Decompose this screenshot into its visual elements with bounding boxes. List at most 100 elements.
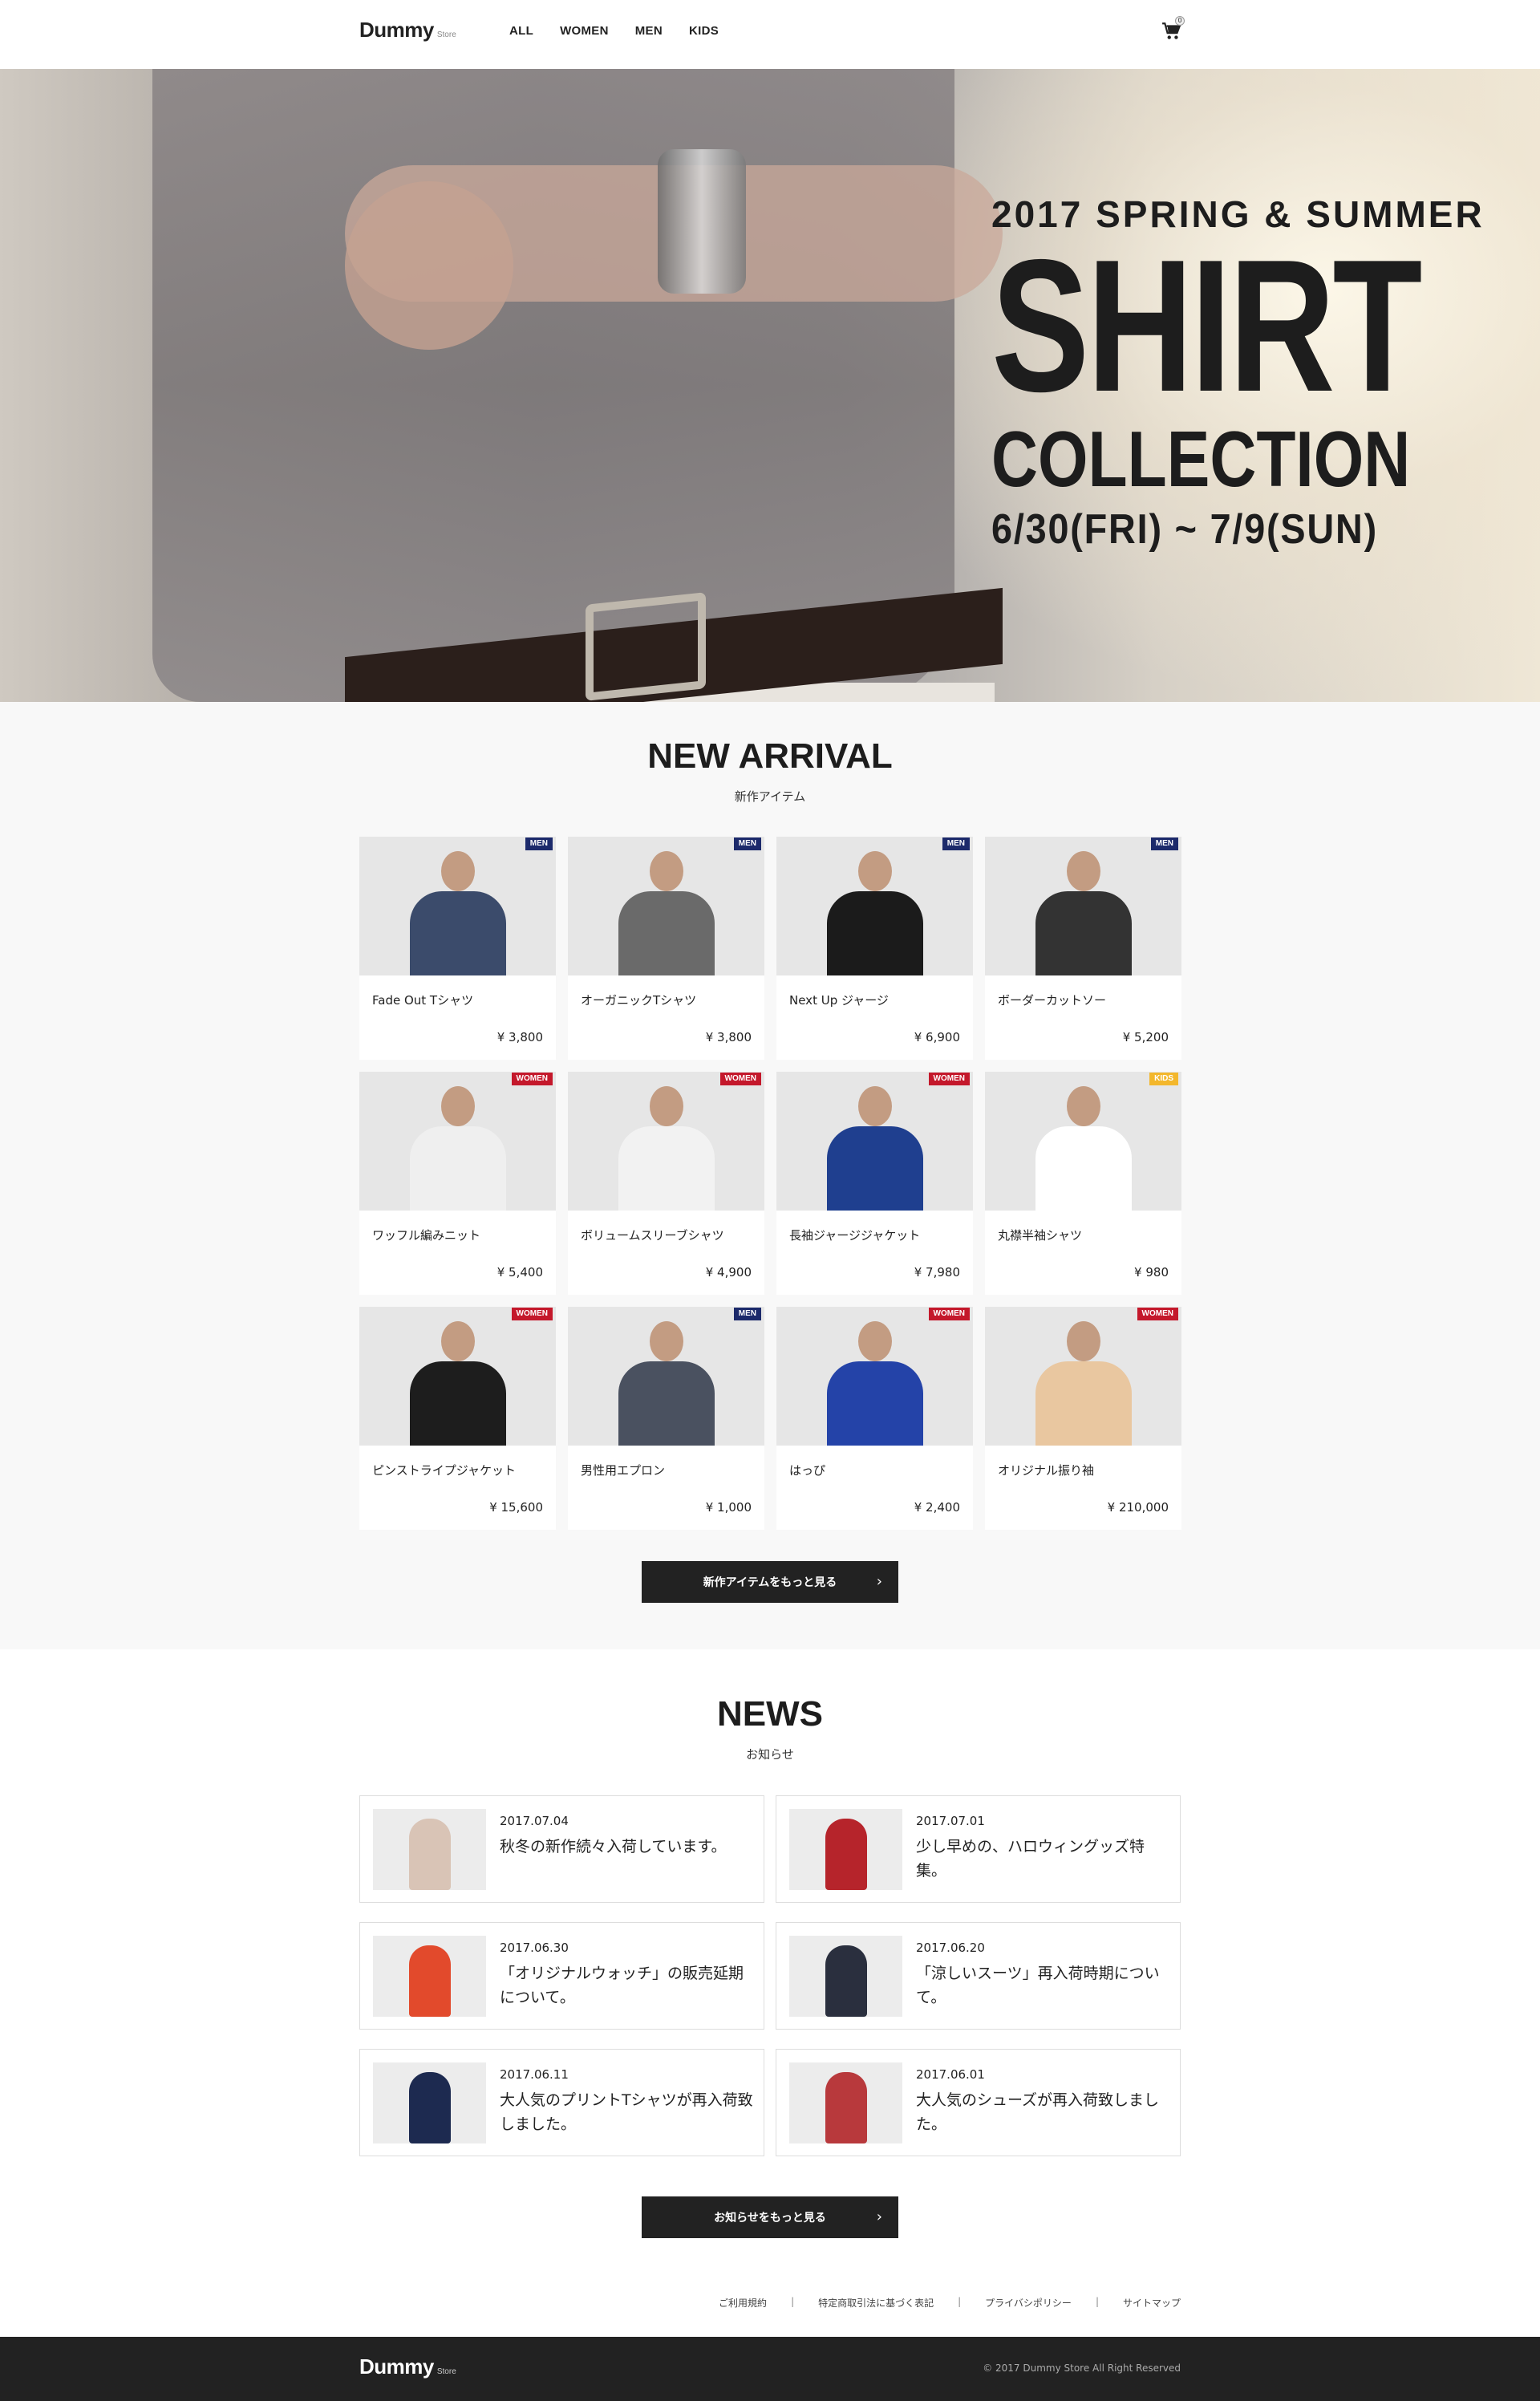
category-tag: MEN [733,1308,761,1320]
hero-title: SHIRT [991,220,1422,431]
nav-item-women[interactable]: WOMEN [560,24,609,38]
product-price: ¥ 4,900 [705,1265,752,1280]
news-date: 2017.06.20 [916,1941,985,1955]
site-header: Dummy Store ALL WOMEN MEN KIDS 0 [0,0,1540,69]
nav-item-men[interactable]: MEN [635,24,663,38]
nav-item-all[interactable]: ALL [509,24,533,38]
product-image: MEN [776,837,973,975]
product-card[interactable]: MEN オーガニックTシャツ ¥ 3,800 [568,837,764,1060]
product-card[interactable]: WOMEN ピンストライプジャケット ¥ 15,600 [359,1307,556,1530]
site-logo[interactable]: Dummy Store [359,18,456,43]
product-card[interactable]: MEN Fade Out Tシャツ ¥ 3,800 [359,837,556,1060]
nav-item-kids[interactable]: KIDS [689,24,719,38]
product-price: ¥ 5,400 [496,1265,543,1280]
news-item[interactable]: 2017.06.20 「涼しいスーツ」再入荷時期について。 [776,1922,1181,2030]
hero-subtitle: COLLECTION [991,415,1411,503]
product-grid: MEN Fade Out Tシャツ ¥ 3,800 MEN オーガニックTシャツ ¥ 3,… [359,837,1181,1530]
product-image: WOMEN [985,1307,1181,1446]
product-name: 長袖ジャージジャケット [789,1228,921,1243]
product-card[interactable]: MEN Next Up ジャージ ¥ 6,900 [776,837,973,1060]
news-thumbnail [789,1936,902,2017]
hero-watch-image [658,149,746,294]
product-figure-head [649,1321,683,1361]
more-news-label: お知らせをもっと見る [714,2212,826,2225]
footer-logo[interactable]: Dummy Store [359,2354,456,2379]
news-subtitle: お知らせ [746,1747,794,1762]
product-name: 丸襟半袖シャツ [998,1228,1083,1243]
product-figure-head [1066,1321,1100,1361]
product-price: ¥ 6,900 [914,1030,960,1044]
product-figure-body [618,891,715,975]
hero-fist-image [345,181,513,350]
site-footer: Dummy Store © 2017 Dummy Store All Right… [0,2337,1540,2401]
product-figure-body [1035,891,1132,975]
footer-link-privacy[interactable]: プライバシポリシー [985,2296,1072,2310]
product-card[interactable]: MEN ボーダーカットソー ¥ 5,200 [985,837,1181,1060]
news-thumbnail [789,2062,902,2143]
product-name: Next Up ジャージ [789,993,889,1008]
news-thumbnail-subject [409,1945,451,2017]
product-figure-head [1066,851,1100,891]
news-thumbnail [373,1936,486,2017]
product-card[interactable]: WOMEN はっぴ ¥ 2,400 [776,1307,973,1530]
category-tag: WOMEN [511,1073,553,1085]
news-thumbnail-subject [825,1945,867,2017]
product-figure-head [857,851,892,891]
news-item[interactable]: 2017.06.30 「オリジナルウォッチ」の販売延期について。 [359,1922,764,2030]
news-item[interactable]: 2017.07.01 少し早めの、ハロウィングッズ特集。 [776,1795,1181,1903]
product-figure-body [409,891,506,975]
product-image: MEN [359,837,556,975]
category-tag: MEN [1150,838,1178,850]
footer-logo-text: Dummy [359,2354,434,2379]
more-items-button[interactable]: 新作アイテムをもっと見る › [642,1561,898,1603]
product-figure-body [826,891,923,975]
product-card[interactable]: WOMEN ボリュームスリーブシャツ ¥ 4,900 [568,1072,764,1295]
hero-copy: 2017 SPRING & SUMMER SHIRT COLLECTION 6/… [991,193,1540,554]
product-price: ¥ 3,800 [705,1030,752,1044]
product-figure-head [857,1321,892,1361]
footer-divider: | [958,2296,962,2307]
product-figure-body [1035,1126,1132,1211]
cart-button[interactable]: 0 [1161,16,1185,43]
product-figure-head [440,851,475,891]
product-image: MEN [568,1307,764,1446]
news-item[interactable]: 2017.06.11 大人気のプリントTシャツが再入荷致しました。 [359,2049,764,2156]
news-item[interactable]: 2017.07.04 秋冬の新作続々入荷しています。 [359,1795,764,1903]
category-tag: MEN [733,838,761,850]
product-name: オーガニックTシャツ [581,993,697,1008]
chevron-right-icon: › [876,1573,882,1590]
product-figure-body [826,1361,923,1446]
cart-count-badge: 0 [1175,16,1185,26]
news-thumbnail-subject [825,2072,867,2143]
product-image: WOMEN [776,1072,973,1211]
more-items-label: 新作アイテムをもっと見る [703,1576,837,1589]
footer-link-commerce[interactable]: 特定商取引法に基づく表記 [818,2296,934,2310]
product-name: オリジナル振り袖 [998,1463,1095,1478]
product-price: ¥ 7,980 [914,1265,960,1280]
product-image: MEN [985,837,1181,975]
new-arrival-title: NEW ARRIVAL [647,736,893,776]
chevron-right-icon: › [876,2208,882,2225]
product-image: WOMEN [359,1072,556,1211]
product-card[interactable]: WOMEN ワッフル編みニット ¥ 5,400 [359,1072,556,1295]
product-figure-head [649,851,683,891]
footer-link-sitemap[interactable]: サイトマップ [1123,2296,1181,2310]
product-price: ¥ 5,200 [1122,1030,1169,1044]
footer-links: ご利用規約 | 特定商取引法に基づく表記 | プライバシポリシー | サイトマッ… [0,2296,1181,2310]
footer-divider: | [1095,2296,1099,2307]
more-news-button[interactable]: お知らせをもっと見る › [642,2196,898,2238]
logo-subtext: Store [436,30,456,39]
product-price: ¥ 210,000 [1107,1500,1169,1515]
product-image: WOMEN [568,1072,764,1211]
product-name: 男性用エプロン [581,1463,666,1478]
logo-text: Dummy [359,18,434,42]
news-item[interactable]: 2017.06.01 大人気のシューズが再入荷致しました。 [776,2049,1181,2156]
product-card[interactable]: WOMEN オリジナル振り袖 ¥ 210,000 [985,1307,1181,1530]
hero-banner[interactable]: 2017 SPRING & SUMMER SHIRT COLLECTION 6/… [0,69,1540,702]
product-card[interactable]: KIDS 丸襟半袖シャツ ¥ 980 [985,1072,1181,1295]
product-figure-body [618,1361,715,1446]
footer-link-terms[interactable]: ご利用規約 [719,2296,767,2310]
product-card[interactable]: MEN 男性用エプロン ¥ 1,000 [568,1307,764,1530]
product-card[interactable]: WOMEN 長袖ジャージジャケット ¥ 7,980 [776,1072,973,1295]
product-name: ボリュームスリーブシャツ [581,1228,724,1243]
